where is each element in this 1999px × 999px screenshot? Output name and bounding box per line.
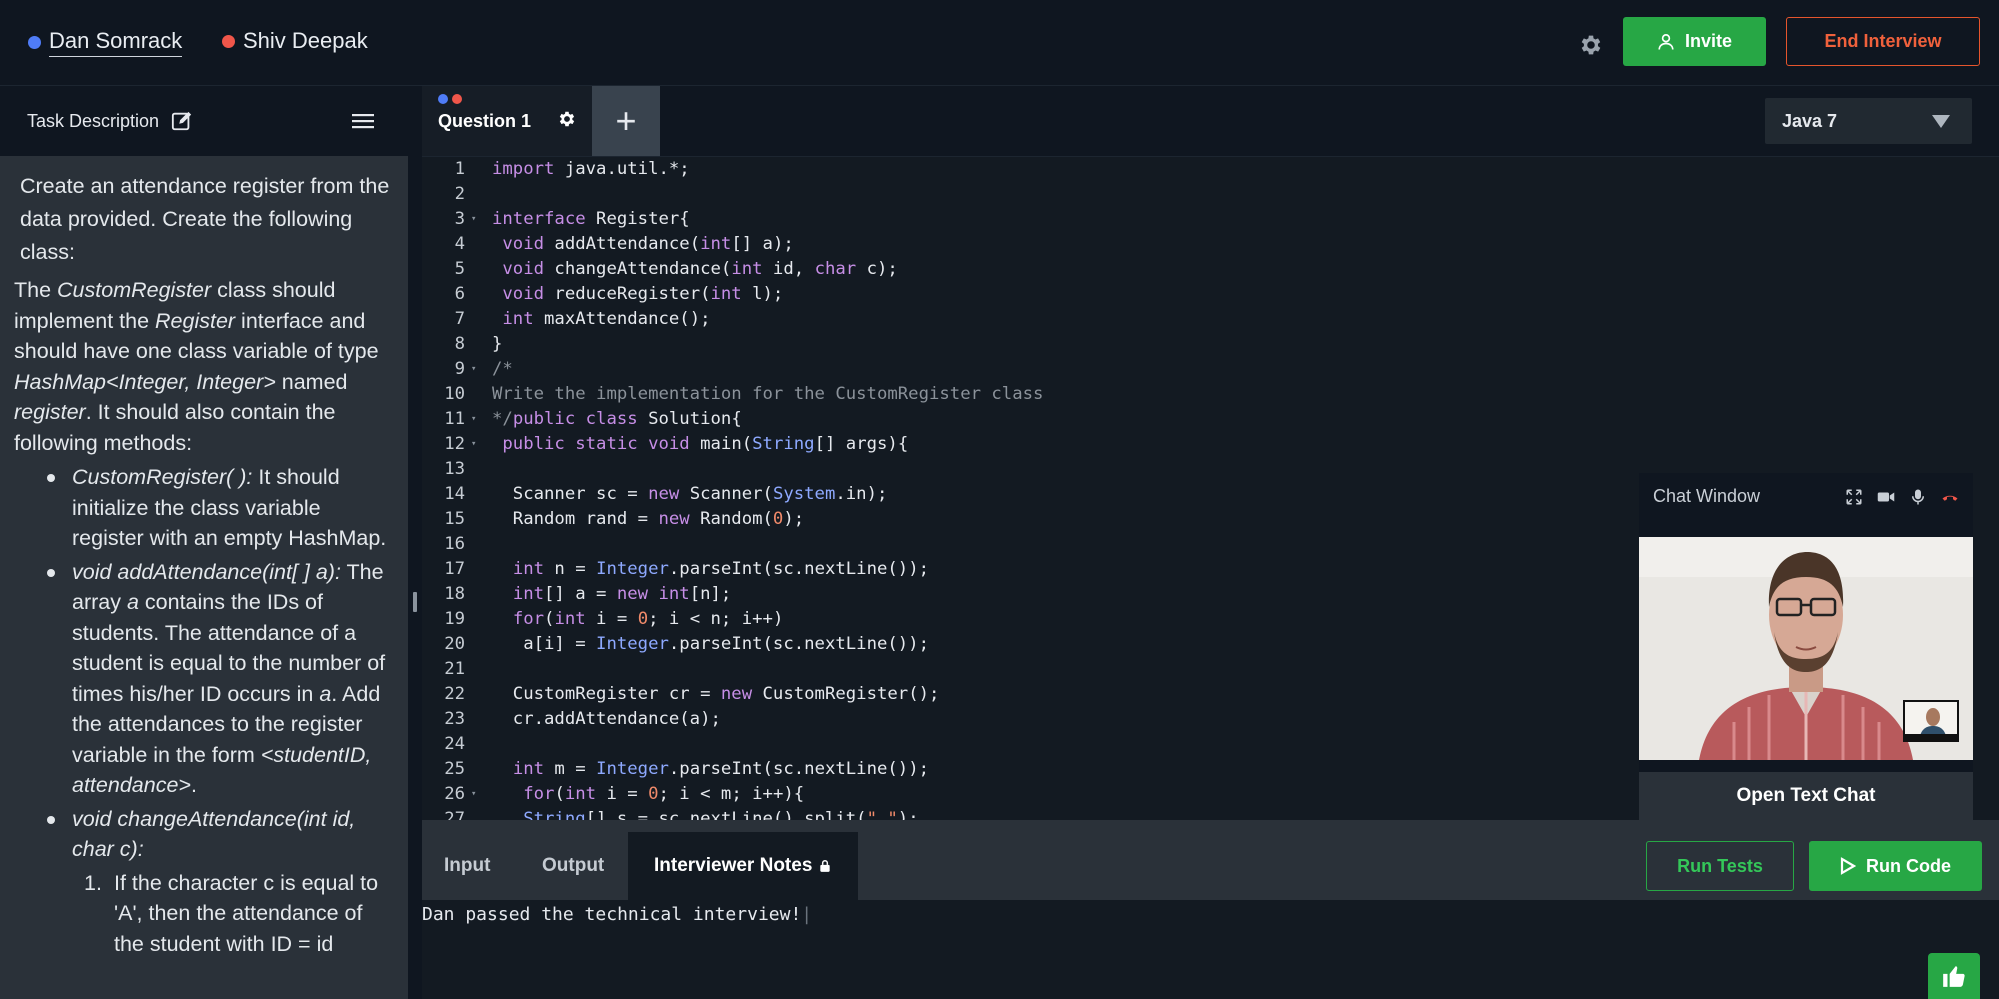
task-title: Task Description xyxy=(27,110,160,131)
task-paragraph: The CustomRegister class should implemen… xyxy=(14,278,379,455)
hang-up-icon[interactable] xyxy=(1941,488,1959,506)
task-header: Task Description xyxy=(0,86,408,156)
tab-interviewer-notes[interactable]: Interviewer Notes xyxy=(628,832,859,900)
run-tests-label: Run Tests xyxy=(1677,855,1763,876)
panel-splitter[interactable] xyxy=(408,86,422,999)
chat-window: Chat Window Open Text Chat xyxy=(1639,473,1973,820)
run-code-button[interactable]: Run Code xyxy=(1809,841,1982,891)
task-intro: Create an attendance register from the d… xyxy=(20,174,390,264)
run-code-label: Run Code xyxy=(1866,855,1951,876)
self-view-thumbnail[interactable] xyxy=(1903,700,1959,742)
add-tab-button[interactable]: + xyxy=(592,86,660,156)
open-text-chat-label: Open Text Chat xyxy=(1736,785,1876,806)
list-item: 1. If the character c is equal to 'A', th… xyxy=(84,870,379,956)
thumbs-up-icon xyxy=(1943,966,1965,987)
invite-label: Invite xyxy=(1684,31,1732,51)
participant-name: Shiv Deepak xyxy=(243,28,368,53)
participant-dan[interactable]: Dan Somrack xyxy=(28,28,183,57)
feedback-button[interactable] xyxy=(1928,953,1980,999)
tab-label: Question 1 xyxy=(438,111,532,131)
language-select[interactable]: Java 7 xyxy=(1765,98,1972,144)
interviewer-notes-editor[interactable]: Dan passed the technical interview! xyxy=(422,900,1999,999)
status-dot-icon xyxy=(28,36,41,49)
end-interview-button[interactable]: End Interview xyxy=(1786,17,1980,66)
notes-text: Dan passed the technical interview! xyxy=(422,904,812,925)
open-text-chat-button[interactable]: Open Text Chat xyxy=(1639,772,1973,820)
method-list: CustomRegister( ): It should initialize … xyxy=(14,462,394,865)
plus-icon: + xyxy=(615,100,637,141)
top-bar: Dan Somrack Shiv Deepak Invite End Inter… xyxy=(0,0,1999,86)
tab-notes-label: Interviewer Notes xyxy=(654,855,813,876)
status-dot-icon xyxy=(222,34,235,48)
tab-output[interactable]: Output xyxy=(542,832,604,900)
participant-dots xyxy=(438,94,462,104)
editor-tabs: Question 1 + Java 7 xyxy=(422,86,1999,156)
play-icon xyxy=(1840,857,1856,875)
tab-input[interactable]: Input xyxy=(444,832,490,900)
video-feed xyxy=(1639,537,1973,760)
microphone-icon[interactable] xyxy=(1909,488,1927,506)
gear-icon[interactable] xyxy=(1578,32,1604,58)
user-icon xyxy=(1658,33,1674,50)
tab-input-label: Input xyxy=(444,855,491,876)
language-value: Java 7 xyxy=(1782,110,1838,131)
video-camera-icon[interactable] xyxy=(1877,488,1895,506)
lock-icon xyxy=(820,860,831,872)
list-item: void changeAttendance(int id, char c): xyxy=(47,804,394,865)
list-item: void addAttendance(int[ ] a): The array … xyxy=(47,557,394,801)
edit-icon[interactable] xyxy=(171,110,193,132)
tab-output-label: Output xyxy=(542,855,605,876)
end-interview-label: End Interview xyxy=(1824,31,1942,51)
chat-title: Chat Window xyxy=(1653,486,1761,506)
list-item: CustomRegister( ): It should initialize … xyxy=(47,462,394,554)
task-description: Create an attendance register from the d… xyxy=(0,156,408,959)
menu-icon[interactable] xyxy=(352,112,374,130)
task-panel: Task Description Create an attendance re… xyxy=(0,86,408,999)
drag-handle-icon[interactable] xyxy=(413,592,417,612)
chat-header: Chat Window xyxy=(1639,473,1973,520)
sub-list: 1. If the character c is equal to 'A', th… xyxy=(14,868,394,960)
participant-name: Dan Somrack xyxy=(49,28,183,57)
run-tests-button[interactable]: Run Tests xyxy=(1646,841,1794,891)
chat-controls xyxy=(1845,488,1959,506)
invite-button[interactable]: Invite xyxy=(1623,17,1766,66)
chevron-down-icon xyxy=(1932,115,1950,128)
participant-shiv[interactable]: Shiv Deepak xyxy=(222,28,368,54)
tab-question-1[interactable]: Question 1 xyxy=(422,86,592,156)
expand-icon[interactable] xyxy=(1845,488,1863,506)
gear-icon[interactable] xyxy=(557,109,577,129)
